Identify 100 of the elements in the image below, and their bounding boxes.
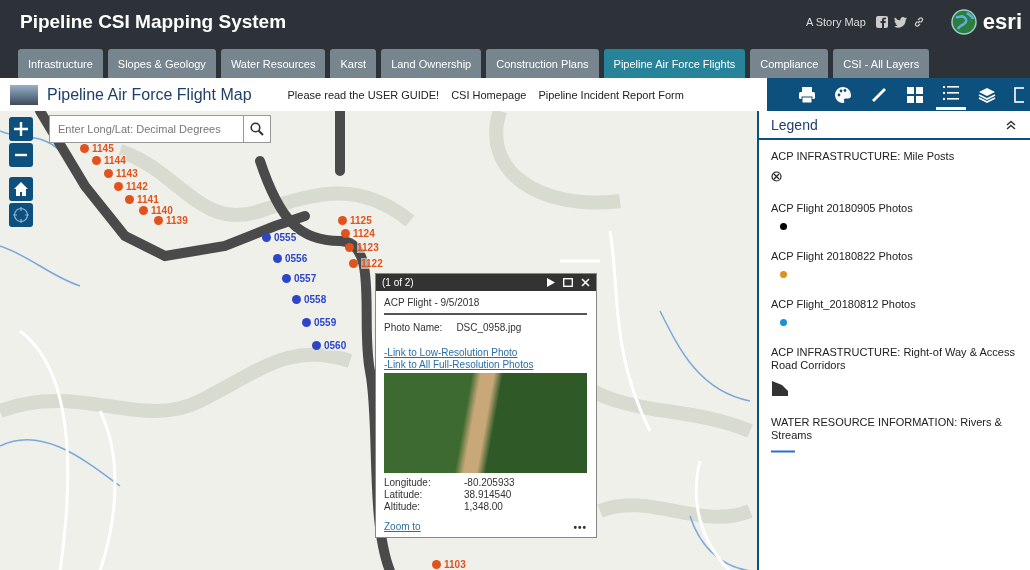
point-label: 1141	[137, 194, 159, 205]
map-point[interactable]	[139, 206, 148, 215]
ruler-icon	[870, 85, 888, 104]
home-icon	[13, 181, 29, 197]
photo-link[interactable]: -Link to Low-Resolution Photo	[384, 347, 587, 359]
point-label: 1139	[166, 215, 188, 226]
tab[interactable]: CSI - All Layers	[833, 49, 930, 78]
popup-pager: (1 of 2)	[382, 277, 415, 288]
map-point[interactable]	[125, 195, 134, 204]
tab[interactable]: Compliance	[750, 49, 829, 78]
field-value: 1,348.00	[464, 501, 503, 513]
map-point[interactable]	[114, 182, 123, 191]
panel-icon	[1014, 85, 1024, 104]
search-button[interactable]	[243, 115, 271, 143]
legend-title: Legend	[771, 116, 818, 133]
list-icon	[942, 84, 960, 102]
point-label: 1144	[104, 155, 126, 166]
point-label: 1145	[92, 143, 114, 154]
map-point[interactable]	[282, 274, 291, 283]
point-label: 1124	[353, 228, 375, 239]
legend-label: ACP INFRASTRUCTURE: Right-of Way & Access Road Corridors	[771, 346, 1016, 372]
header-link[interactable]: Pipeline Incident Report Form	[538, 88, 684, 101]
plus-icon	[13, 121, 29, 137]
field-value: -80.205933	[464, 477, 515, 489]
printer-icon	[798, 85, 816, 104]
header-link[interactable]: CSI Homepage	[451, 88, 527, 101]
point-label: 1140	[151, 205, 173, 216]
mountain-photo-placeholder	[10, 84, 38, 105]
map-point[interactable]	[349, 259, 358, 268]
brand-logo-text: esri	[982, 9, 1022, 35]
map-point[interactable]	[273, 254, 282, 263]
polygon-symbol-icon	[771, 380, 789, 396]
field-value: DSC_0958.jpg	[456, 322, 522, 333]
point-label: 0555	[274, 232, 297, 243]
tab[interactable]: Slopes & Geology	[107, 49, 216, 78]
point-label: 0559	[314, 317, 337, 328]
zoom-out-button[interactable]	[9, 143, 33, 167]
more-menu[interactable]: •••	[573, 521, 587, 533]
next-icon[interactable]	[547, 278, 555, 287]
close-icon[interactable]	[581, 278, 590, 287]
map-point[interactable]	[345, 243, 354, 252]
point-label: 1142	[126, 181, 148, 192]
map-point[interactable]	[338, 216, 347, 225]
field-label: Latitude:	[384, 489, 424, 501]
field-value: 38.914540	[464, 489, 512, 501]
point-label: 1143	[116, 168, 138, 179]
collapse-icon[interactable]	[1006, 119, 1016, 130]
search-icon	[250, 122, 264, 136]
story-map-label: A Story Map	[805, 16, 866, 28]
point-label: 0557	[294, 273, 317, 284]
field-label: Altitude:	[384, 501, 422, 513]
home-button[interactable]	[9, 177, 33, 201]
tab[interactable]: Construction Plans	[486, 49, 599, 78]
map-point[interactable]	[92, 156, 101, 165]
locate-button[interactable]	[9, 203, 33, 227]
photo-link[interactable]: -Link to All Full-Resolution Photos	[384, 359, 587, 371]
point-label: 0556	[285, 253, 308, 264]
map-point[interactable]	[154, 216, 163, 225]
map-title: Pipeline Air Force Flight Map	[47, 85, 252, 104]
field-label: Photo Name:	[384, 322, 443, 333]
crosshair-icon	[12, 206, 30, 224]
map-point[interactable]	[341, 229, 350, 238]
tab[interactable]: Pipeline Air Force Flights	[603, 49, 746, 78]
legend-label: ACP Flight 20180822 Photos	[771, 250, 913, 263]
map-point[interactable]	[80, 144, 89, 153]
point-label: 1103	[444, 559, 466, 570]
point-label: 1122	[361, 258, 383, 269]
circle-x-icon	[771, 171, 782, 182]
point-label: 1123	[357, 242, 379, 253]
field-label: Longitude:	[384, 477, 432, 489]
bird-icon[interactable]	[893, 16, 907, 28]
map-point[interactable]	[292, 295, 301, 304]
legend-label: ACP Flight_20180812 Photos	[771, 298, 916, 311]
legend-label: ACP Flight 20180905 Photos	[771, 202, 913, 215]
link-icon[interactable]	[912, 16, 925, 28]
map-point[interactable]	[312, 341, 321, 350]
popup-title: ACP Flight - 9/5/2018	[384, 297, 587, 315]
tab[interactable]: Water Resources	[220, 49, 326, 78]
line-symbol-icon	[771, 450, 795, 453]
map-point[interactable]	[302, 318, 311, 327]
tab[interactable]: Land Ownership	[381, 49, 482, 78]
legend-label: WATER RESOURCE INFORMATION: Rivers & Streams	[771, 416, 1003, 442]
tab[interactable]: Infrastructure	[18, 49, 103, 78]
zoom-in-button[interactable]	[9, 117, 33, 141]
search-field[interactable]: Enter Long/Lat: Decimal Degrees	[49, 115, 243, 143]
grid-icon	[906, 85, 924, 104]
facebook-icon[interactable]	[875, 16, 888, 28]
map-point[interactable]	[262, 233, 271, 242]
header-link[interactable]: Please read the USER GUIDE!	[287, 88, 440, 101]
palette-icon	[834, 85, 852, 104]
tab[interactable]: Karst	[330, 49, 377, 78]
zoom-to-link[interactable]: Zoom to	[384, 521, 421, 533]
app-title: Pipeline CSI Mapping System	[20, 11, 287, 33]
point-label: 1125	[350, 215, 372, 226]
point-label: 0560	[324, 340, 347, 351]
map-point[interactable]	[432, 560, 441, 569]
point-label: 0558	[304, 294, 327, 305]
maximize-icon[interactable]	[563, 278, 573, 287]
layers-icon	[978, 85, 996, 104]
map-point[interactable]	[104, 169, 113, 178]
